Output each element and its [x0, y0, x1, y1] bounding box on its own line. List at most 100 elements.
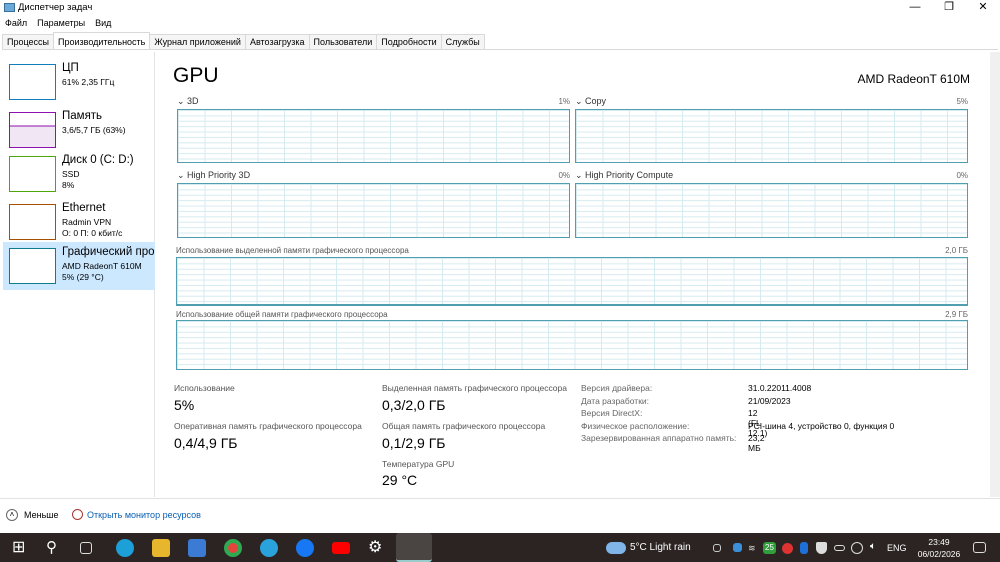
menu-view[interactable]: Вид: [90, 16, 116, 30]
detail-row: Версия DirectX: 12 (FL 12.1): [581, 408, 767, 438]
chevron-up-icon: ˄: [6, 509, 18, 521]
tray-badge[interactable]: 25: [763, 542, 776, 554]
sidebar-item-disk[interactable]: Диск 0 (C: D:) SSD 8%: [3, 150, 155, 198]
security-shield-icon[interactable]: [816, 542, 827, 554]
engine-hpcompute-label[interactable]: ⌄ High Priority Compute: [575, 170, 673, 181]
engine-copy-label[interactable]: ⌄ Copy: [575, 96, 606, 107]
sidebar-item-sub: AMD RadeonT 610M: [62, 261, 142, 271]
shared-memory-max: 2,9 ГБ: [945, 310, 968, 319]
bluetooth-icon[interactable]: [800, 542, 808, 554]
vertical-scrollbar[interactable]: [990, 52, 1000, 497]
tab-performance[interactable]: Производительность: [53, 32, 151, 49]
facebook-icon[interactable]: [296, 539, 314, 557]
tab-users[interactable]: Пользователи: [308, 34, 378, 49]
sidebar-item-memory[interactable]: Память 3,6/5,7 ГБ (63%): [3, 106, 155, 154]
volume-icon[interactable]: 🔈︎: [870, 541, 888, 559]
minimize-button[interactable]: —: [898, 0, 932, 15]
windows-start-icon[interactable]: ⊞: [12, 539, 30, 557]
shared-memory-graph: [176, 320, 968, 370]
engine-3d-pct: 1%: [558, 97, 570, 106]
tray-window-icon[interactable]: [713, 544, 721, 552]
engine-copy-graph: [575, 109, 968, 163]
dedicated-memory-graph: [176, 257, 968, 306]
sidebar-item-label: Память: [62, 110, 103, 122]
engine-3d-label[interactable]: ⌄ 3D: [177, 96, 199, 107]
weather-cloud-icon[interactable]: [606, 542, 626, 554]
menu-file[interactable]: Файл: [0, 16, 32, 30]
weather-text[interactable]: 5°C Light rain: [630, 542, 691, 553]
detail-value: 21/09/2023: [748, 395, 791, 406]
taskbar: ⊞ ⚲ ⚙ 5°C Light rain ≋ 25 🔈︎ ENG 23:49 0…: [0, 533, 1000, 562]
engine-hp3d-graph: [177, 183, 570, 238]
engine-name: Copy: [585, 96, 607, 106]
engine-3d-graph: [177, 109, 570, 163]
memory-thumbnail: [9, 112, 56, 148]
tab-processes[interactable]: Процессы: [2, 34, 55, 49]
dedicated-memory-label: Использование выделенной памяти графичес…: [176, 246, 409, 255]
edge-icon[interactable]: [116, 539, 134, 557]
shared-memory-label: Использование общей памяти графического …: [176, 310, 388, 319]
title-bar: Диспетчер задач — ❐ ✕: [0, 0, 1000, 15]
detail-row: Физическое расположение: PCI-шина 4, устр…: [581, 421, 894, 434]
settings-gear-icon[interactable]: ⚙: [368, 539, 386, 557]
maximize-button[interactable]: ❐: [932, 0, 966, 15]
detail-key: Версия драйвера:: [581, 383, 653, 393]
menu-options[interactable]: Параметры: [32, 16, 90, 30]
engine-hp3d-label[interactable]: ⌄ High Priority 3D: [177, 170, 250, 181]
youtube-icon[interactable]: [332, 542, 350, 554]
shared-label: Общая память графического процессора: [382, 421, 546, 431]
tray-app-icon[interactable]: [733, 543, 742, 552]
tab-app-history[interactable]: Журнал приложений: [149, 34, 246, 49]
tab-startup[interactable]: Автозагрузка: [244, 34, 310, 49]
file-explorer-icon[interactable]: [152, 539, 170, 557]
sidebar-item-ethernet[interactable]: Ethernet Radmin VPN О: 0 П: 0 кбит/с: [3, 198, 155, 246]
gpu-thumbnail: [9, 248, 56, 284]
tab-details[interactable]: Подробности: [376, 34, 442, 49]
sidebar-item-sub2: 5% (29 °C): [62, 272, 104, 282]
sidebar-item-sub: 61% 2,35 ГГц: [62, 77, 115, 87]
language-indicator[interactable]: ENG: [887, 543, 907, 553]
tray-network-app-icon[interactable]: ≋: [748, 543, 760, 553]
sidebar-item-cpu[interactable]: ЦП 61% 2,35 ГГц: [3, 58, 155, 106]
clock[interactable]: 23:49 06/02/2026: [914, 536, 964, 560]
task-manager-icon: [4, 3, 15, 12]
shared-value: 0,1/2,9 ГБ: [382, 435, 446, 451]
chrome-icon[interactable]: [224, 539, 242, 557]
tab-services[interactable]: Службы: [440, 34, 485, 49]
telegram-icon[interactable]: [260, 539, 278, 557]
engine-hpcompute-graph: [575, 183, 968, 238]
usage-value: 5%: [174, 397, 195, 413]
sidebar-item-gpu[interactable]: Графический про AMD RadeonT 610M 5% (29 …: [3, 242, 155, 290]
detail-row: Дата разработки: 21/09/2023: [581, 396, 791, 409]
page-title: GPU: [173, 64, 219, 87]
disk-thumbnail: [9, 156, 56, 192]
engine-copy-pct: 5%: [956, 97, 968, 106]
footer-divider: [0, 498, 1000, 499]
battery-icon[interactable]: [834, 545, 845, 551]
detail-value: 23,2 МБ: [748, 433, 765, 453]
search-icon[interactable]: ⚲: [46, 539, 64, 557]
temperature-value: 29 °C: [382, 472, 418, 488]
dedicated-value: 0,3/2,0 ГБ: [382, 397, 446, 413]
task-manager-taskbar-button[interactable]: [396, 533, 432, 562]
window-title: Диспетчер задач: [18, 2, 93, 13]
notifications-icon[interactable]: [973, 542, 986, 553]
gpu-model: AMD RadeonT 610M: [857, 72, 971, 86]
engine-hp3d-pct: 0%: [558, 171, 570, 180]
tray-red-app-icon[interactable]: [782, 543, 793, 554]
cpu-thumbnail: [9, 64, 56, 100]
detail-row: Зарезервированная аппаратно память: 23,2 …: [581, 433, 765, 453]
fewer-details-button[interactable]: ˄ Меньше: [6, 509, 59, 521]
store-icon[interactable]: [188, 539, 206, 557]
close-button[interactable]: ✕: [966, 0, 1000, 15]
sidebar-item-label: Диск 0 (C: D:): [62, 154, 134, 166]
details-table: Версия драйвера: 31.0.22011.4008 Дата раз…: [581, 383, 894, 453]
engine-name: High Priority 3D: [187, 170, 251, 180]
dedicated-memory-max: 2,0 ГБ: [945, 246, 968, 255]
dedicated-label: Выделенная память графического процессор…: [382, 383, 567, 393]
sidebar-item-sub: SSD: [62, 169, 80, 179]
task-view-icon[interactable]: [80, 542, 92, 554]
network-globe-icon[interactable]: [851, 542, 863, 554]
open-resource-monitor-link[interactable]: Открыть монитор ресурсов: [72, 509, 201, 520]
engine-hpcompute-pct: 0%: [956, 171, 968, 180]
